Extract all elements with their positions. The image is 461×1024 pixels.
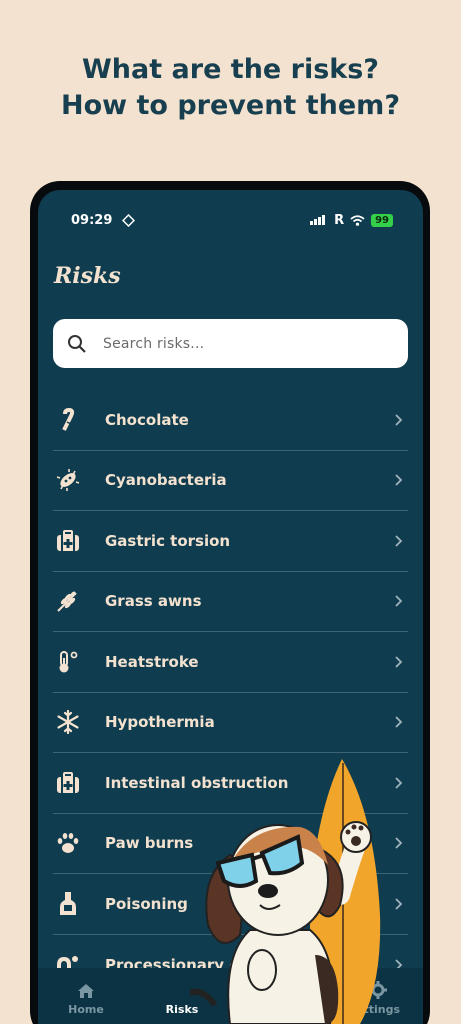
status-time: 09:29 [71, 212, 113, 228]
medical-kit-icon [55, 528, 81, 554]
status-bar: 09:29 R 99 [71, 212, 393, 228]
chevron-right-icon [395, 777, 403, 789]
headline-line-1: What are the risks? [82, 54, 379, 85]
thermometer-icon [55, 649, 81, 675]
home-icon [78, 984, 94, 998]
nav-arrow-icon [122, 213, 136, 227]
risk-item-heatstroke[interactable]: Heatstroke [53, 632, 408, 693]
paw-icon [55, 830, 81, 856]
risk-label: Grass awns [105, 592, 202, 611]
dog-mascot-illustration [190, 759, 381, 1024]
chevron-right-icon [395, 474, 403, 486]
snowflake-icon [55, 709, 81, 735]
battery-indicator: 99 [371, 213, 393, 227]
chevron-right-icon [395, 837, 403, 849]
bacteria-icon [55, 467, 81, 493]
search-placeholder: Search risks... [103, 335, 205, 352]
chevron-right-icon [395, 716, 403, 728]
risk-label: Heatstroke [105, 652, 199, 671]
signal-label: R [334, 212, 345, 228]
risk-label: Gastric torsion [105, 531, 231, 550]
page-title: Risks [54, 263, 121, 289]
risk-label: Hypothermia [105, 713, 215, 732]
grass-awn-icon [55, 588, 81, 614]
risk-item-hypothermia[interactable]: Hypothermia [53, 693, 408, 753]
risk-item-chocolate[interactable]: Chocolate [53, 390, 408, 451]
tab-home[interactable]: Home [46, 983, 126, 1016]
chevron-right-icon [395, 898, 403, 910]
risk-item-grass-awns[interactable]: Grass awns [53, 572, 408, 632]
chevron-right-icon [395, 414, 403, 426]
candy-cane-icon [55, 407, 81, 433]
medical-kit-icon [55, 770, 81, 796]
signal-icon [310, 215, 326, 225]
search-input[interactable]: Search risks... [53, 319, 408, 368]
risk-label: Cyanobacteria [105, 471, 227, 490]
marketing-headline: What are the risks? How to prevent them? [0, 52, 461, 124]
dog-body [190, 929, 339, 1024]
risk-item-cyanobacteria[interactable]: Cyanobacteria [53, 451, 408, 511]
chevron-right-icon [395, 535, 403, 547]
risk-label: Chocolate [105, 410, 189, 429]
poison-bottle-icon [55, 891, 81, 917]
headline-line-2: How to prevent them? [61, 90, 400, 121]
tab-label: Home [68, 1003, 104, 1016]
chevron-right-icon [395, 595, 403, 607]
search-icon [68, 334, 86, 353]
wifi-icon [350, 214, 365, 226]
risk-item-gastric-torsion[interactable]: Gastric torsion [53, 511, 408, 572]
chevron-right-icon [395, 656, 403, 668]
